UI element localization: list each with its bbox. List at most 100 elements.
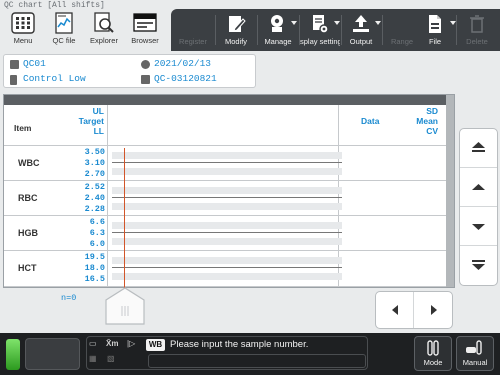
wbc-target: 3.10 — [84, 158, 105, 168]
wbc-ul: 3.50 — [84, 147, 105, 157]
wbc-range-band-lower — [112, 168, 342, 175]
menu-button[interactable]: Menu — [5, 11, 41, 49]
hgb-range-band — [112, 222, 342, 229]
ll-header: LL — [93, 126, 104, 136]
qc-file-label: QC file — [52, 36, 76, 45]
qc-date: 2021/02/13 — [154, 58, 212, 69]
rbc-ll: 2.28 — [84, 204, 105, 214]
grid-menu-icon — [11, 12, 35, 34]
register-icon — [183, 14, 203, 34]
qc-id: QC-03120821 — [154, 73, 217, 84]
up-arrow-icon — [472, 184, 485, 190]
window-title: QC chart [All shifts] — [4, 1, 105, 10]
trash-small-icon: ▧ — [107, 354, 115, 363]
chart-cursor-line[interactable] — [124, 148, 125, 288]
row-item-hgb: HGB — [18, 228, 38, 238]
explorer-search-icon — [92, 12, 116, 34]
manage-gear-icon — [268, 14, 288, 34]
output-button[interactable]: Output — [341, 9, 381, 51]
display-settings-dropdown-caret-icon — [334, 21, 340, 25]
explorer-label: Explorer — [90, 36, 118, 45]
modify-label: Modify — [224, 37, 248, 46]
manual-label: Manual — [462, 358, 488, 367]
sample-type-badge: WB — [146, 339, 165, 351]
qc-name: QC01 — [23, 58, 46, 69]
bar-play-icon: |▷ — [127, 339, 136, 348]
register-label: Register — [179, 37, 207, 46]
delete-button[interactable]: Delete — [457, 9, 497, 51]
next-button[interactable] — [415, 292, 453, 328]
scroll-button-group — [459, 128, 498, 286]
mode-label: Mode — [423, 358, 443, 367]
sample-number-field[interactable] — [148, 354, 366, 368]
wbc-range-band — [112, 152, 342, 159]
ul-header: UL — [92, 106, 104, 116]
display-settings-button[interactable]: splay setting — [300, 9, 340, 51]
hgb-ul: 6.6 — [89, 217, 105, 227]
browser-button[interactable]: Browser — [127, 11, 163, 49]
clock-icon — [141, 60, 150, 69]
mode-button[interactable]: Mode — [414, 336, 452, 371]
sample-count: n=0 — [61, 293, 77, 303]
file-document-icon — [425, 14, 445, 34]
cursor-drag-handle[interactable] — [104, 286, 146, 326]
data-header: Data — [361, 116, 380, 126]
row-item-rbc: RBC — [18, 193, 38, 203]
vial-icon — [10, 75, 17, 85]
qc-file-button[interactable]: QC file — [46, 11, 82, 49]
file-button[interactable]: File — [416, 9, 456, 51]
display-settings-label: splay setting — [300, 37, 340, 46]
display-settings-icon — [310, 14, 330, 34]
manage-label: Manage — [264, 37, 292, 46]
horizontal-nav-group — [375, 291, 453, 329]
double-up-arrow-icon — [472, 142, 485, 152]
hgb-target: 6.3 — [89, 228, 105, 238]
qc-chart-panel: Item UL Target LL Data SD Mean CV WBC 3.… — [3, 94, 455, 288]
qc-file-icon — [52, 12, 76, 34]
register-button[interactable]: Register — [173, 9, 213, 51]
scroll-down-button[interactable] — [460, 207, 497, 246]
rbc-target: 2.40 — [84, 193, 105, 203]
manage-dropdown-caret-icon — [291, 21, 297, 25]
left-arrow-icon — [392, 305, 398, 315]
wbc-target-line — [112, 162, 342, 163]
action-toolbar: Register Modify Manage splay setting Out… — [171, 9, 500, 51]
scroll-top-button[interactable] — [460, 129, 497, 168]
hct-target: 18.0 — [84, 263, 105, 273]
hct-ul: 19.5 — [84, 252, 105, 262]
down-arrow-icon — [472, 224, 485, 230]
hgb-target-line — [112, 232, 342, 233]
test-tube-icon — [427, 340, 439, 356]
status-message: Please input the sample number. — [170, 339, 309, 350]
target-header: Target — [78, 116, 104, 126]
hct-target-line — [112, 267, 342, 268]
rbc-range-band — [112, 187, 342, 194]
output-label: Output — [349, 37, 373, 46]
hct-range-band — [112, 257, 342, 264]
hct-ll: 16.5 — [84, 274, 105, 284]
rbc-target-line — [112, 197, 342, 198]
hct-range-band-lower — [112, 273, 342, 280]
wbc-ll: 2.70 — [84, 169, 105, 179]
file-label: File — [428, 37, 442, 46]
range-icon — [392, 14, 412, 34]
scroll-bottom-button[interactable] — [460, 246, 497, 285]
hgb-range-band-lower — [112, 238, 342, 245]
scroll-up-button[interactable] — [460, 168, 497, 207]
browser-label: Browser — [131, 36, 159, 45]
manage-button[interactable]: Manage — [258, 9, 298, 51]
hgb-ll: 6.0 — [89, 239, 105, 249]
trash-icon — [467, 14, 487, 34]
manual-button[interactable]: Manual — [456, 336, 494, 371]
qc-info-panel: QC01 2021/02/13 Control Low QC-03120821 — [3, 54, 256, 88]
explorer-button[interactable]: Explorer — [86, 11, 122, 49]
xm-indicator: X̄m — [106, 339, 119, 348]
status-indicator-led — [6, 339, 20, 370]
modify-button[interactable]: Modify — [217, 9, 255, 51]
previous-button[interactable] — [376, 292, 414, 328]
rbc-ul: 2.52 — [84, 182, 105, 192]
row-item-wbc: WBC — [18, 158, 40, 168]
row-item-hct: HCT — [18, 263, 37, 273]
browser-window-icon — [133, 12, 157, 34]
upload-output-icon — [351, 14, 371, 34]
